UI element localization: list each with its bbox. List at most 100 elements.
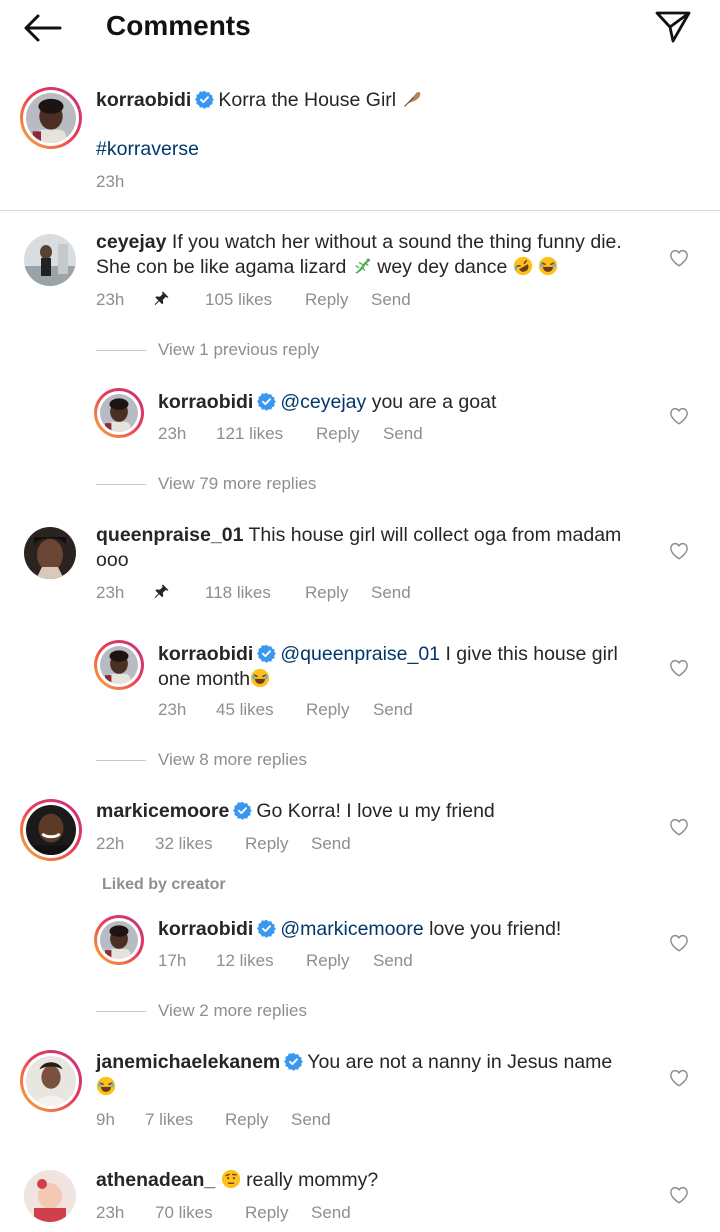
username[interactable]: queenpraise_01	[96, 524, 243, 546]
timestamp: 9h	[96, 1110, 115, 1129]
pin-icon	[152, 583, 170, 601]
mention-link[interactable]: @markicemoore	[280, 918, 423, 940]
comment-text: She con be like agama lizard	[96, 256, 347, 278]
username[interactable]: korraobidi	[96, 89, 191, 111]
comment-text: Go Korra! I love u my friend	[256, 800, 495, 822]
timestamp: 23h	[96, 290, 125, 309]
view-more-replies[interactable]: View 2 more replies	[96, 1001, 307, 1021]
heart-icon[interactable]	[669, 1069, 689, 1087]
verified-badge-icon	[257, 392, 276, 411]
timestamp: 23h	[158, 700, 187, 719]
username[interactable]: markicemoore	[96, 800, 229, 822]
avatar[interactable]	[24, 527, 76, 579]
avatar[interactable]	[20, 87, 82, 149]
timestamp: 23h	[96, 583, 125, 602]
reply-button[interactable]: Reply	[245, 834, 288, 854]
timestamp: 17h	[158, 951, 187, 970]
likes-count[interactable]: 118 likes	[205, 583, 271, 603]
view-more-replies[interactable]: View 79 more replies	[96, 474, 316, 494]
likes-count[interactable]: 12 likes	[216, 951, 274, 971]
timestamp: 23h	[96, 1203, 125, 1222]
reply-button[interactable]: Reply	[305, 583, 348, 603]
reply-button[interactable]: Reply	[306, 951, 349, 971]
avatar[interactable]	[20, 1050, 82, 1112]
view-more-replies[interactable]: View 8 more replies	[96, 750, 307, 770]
reply-button[interactable]: Reply	[245, 1203, 288, 1223]
avatar[interactable]	[24, 234, 76, 286]
top-bar: Comments	[0, 0, 720, 56]
lizard-icon	[352, 256, 372, 276]
likes-count[interactable]: 70 likes	[155, 1203, 213, 1223]
raised-eyebrow-emoji-icon	[221, 1169, 241, 1189]
send-button[interactable]: Send	[371, 583, 411, 603]
likes-count[interactable]: 32 likes	[155, 834, 213, 854]
username[interactable]: athenadean_	[96, 1169, 215, 1191]
avatar[interactable]	[24, 1170, 76, 1222]
verified-badge-icon	[284, 1052, 303, 1071]
liked-by-creator: Liked by creator	[102, 876, 226, 893]
reply-text: I give this house girl	[445, 643, 618, 665]
laughing-emoji-icon	[538, 256, 558, 276]
comment-text: really mommy?	[246, 1169, 379, 1191]
back-arrow-icon[interactable]	[22, 12, 62, 44]
feather-icon	[402, 89, 422, 109]
avatar[interactable]	[20, 799, 82, 861]
send-button[interactable]: Send	[373, 700, 413, 720]
heart-icon[interactable]	[669, 542, 689, 560]
reply-text: one month	[158, 668, 251, 690]
reply-button[interactable]: Reply	[305, 290, 348, 310]
likes-count[interactable]: 7 likes	[145, 1110, 193, 1130]
caption-text: Korra the House Girl	[218, 89, 397, 111]
timestamp: 22h	[96, 834, 125, 853]
timestamp: 23h	[96, 172, 125, 191]
send-button[interactable]: Send	[383, 424, 423, 444]
username[interactable]: janemichaelekanem	[96, 1051, 280, 1073]
heart-icon[interactable]	[669, 818, 689, 836]
post-caption: korraobidi Korra the House Girl #korraver…	[0, 80, 720, 210]
reply-text: love you friend!	[429, 918, 562, 940]
send-button[interactable]: Send	[311, 834, 351, 854]
username[interactable]: ceyejay	[96, 231, 167, 253]
view-previous-replies[interactable]: View 1 previous reply	[96, 340, 319, 360]
paper-plane-icon[interactable]	[654, 10, 692, 44]
reply-text: you are a goat	[371, 391, 497, 413]
laughing-emoji-icon	[96, 1076, 116, 1096]
send-button[interactable]: Send	[291, 1110, 331, 1130]
reply-button[interactable]: Reply	[306, 700, 349, 720]
avatar[interactable]	[94, 388, 144, 438]
heart-icon[interactable]	[669, 934, 689, 952]
username[interactable]: korraobidi	[158, 391, 253, 413]
send-button[interactable]: Send	[373, 951, 413, 971]
send-button[interactable]: Send	[311, 1203, 351, 1223]
comment-text: wey dey dance	[377, 256, 508, 278]
comment-text: ooo	[96, 549, 129, 571]
comment-text: If you watch her without a sound the thi…	[171, 231, 622, 253]
timestamp: 23h	[158, 424, 187, 443]
heart-icon[interactable]	[669, 249, 689, 267]
mention-link[interactable]: @queenpraise_01	[280, 643, 440, 665]
comment-text: This house girl will collect oga from ma…	[248, 524, 622, 546]
heart-icon[interactable]	[669, 659, 689, 677]
comment-text: You are not a nanny in Jesus name	[307, 1051, 613, 1073]
page-title: Comments	[106, 10, 251, 41]
laughing-emoji-icon	[250, 668, 270, 688]
likes-count[interactable]: 105 likes	[205, 290, 272, 310]
verified-badge-icon	[195, 90, 214, 109]
heart-icon[interactable]	[669, 407, 689, 425]
heart-icon[interactable]	[669, 1186, 689, 1204]
verified-badge-icon	[257, 919, 276, 938]
rofl-emoji-icon	[513, 256, 533, 276]
reply-button[interactable]: Reply	[225, 1110, 268, 1130]
verified-badge-icon	[257, 644, 276, 663]
username[interactable]: korraobidi	[158, 918, 253, 940]
hashtag-link[interactable]: #korraverse	[96, 137, 199, 162]
mention-link[interactable]: @ceyejay	[280, 391, 366, 413]
divider	[0, 210, 720, 211]
reply-button[interactable]: Reply	[316, 424, 359, 444]
avatar[interactable]	[94, 915, 144, 965]
avatar[interactable]	[94, 640, 144, 690]
username[interactable]: korraobidi	[158, 643, 253, 665]
likes-count[interactable]: 121 likes	[216, 424, 283, 444]
send-button[interactable]: Send	[371, 290, 411, 310]
likes-count[interactable]: 45 likes	[216, 700, 274, 720]
